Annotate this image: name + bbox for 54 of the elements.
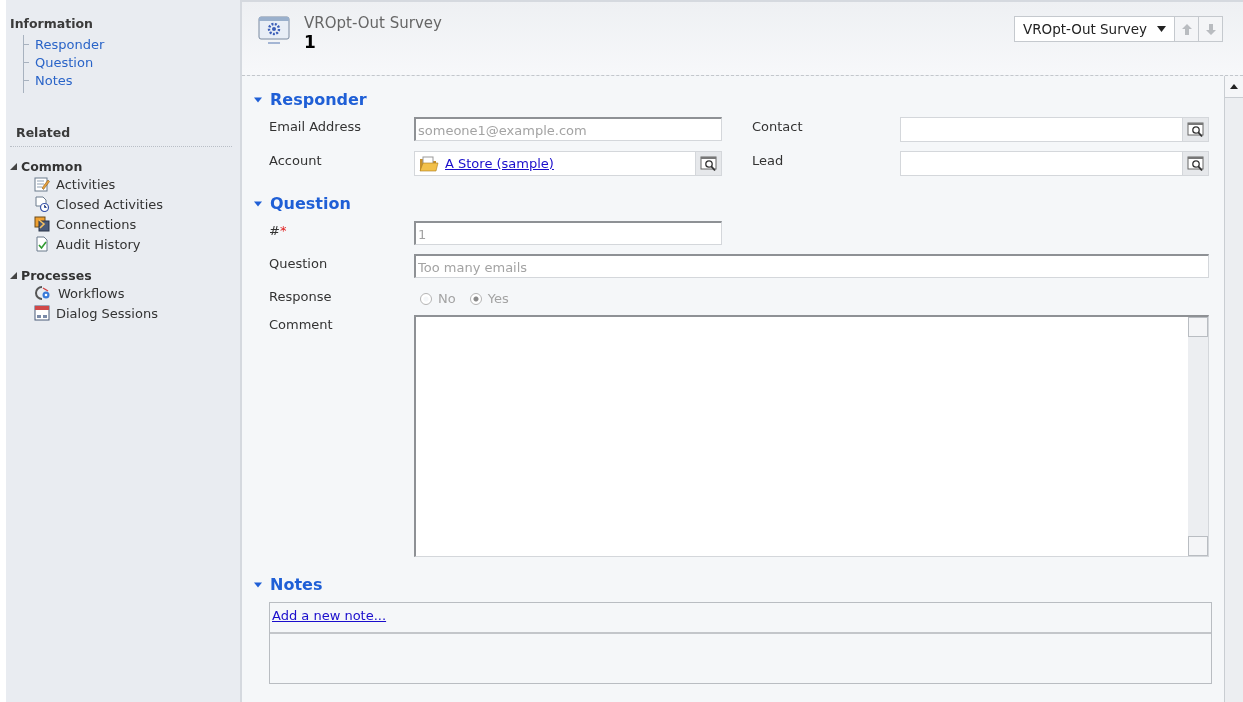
entity-name: VROpt-Out Survey xyxy=(304,14,443,32)
section-heading[interactable]: Notes xyxy=(254,575,323,594)
required-mark: * xyxy=(279,223,287,238)
expand-triangle-icon[interactable] xyxy=(254,95,262,104)
expand-triangle-icon[interactable] xyxy=(254,580,262,589)
lookup-search-icon xyxy=(699,155,718,172)
related-nav-item[interactable]: Workflows xyxy=(10,283,125,303)
notepad-pencil-icon xyxy=(34,176,50,192)
lookup-button[interactable] xyxy=(695,152,721,175)
document-clock-icon xyxy=(34,196,50,212)
expand-triangle-icon[interactable] xyxy=(10,163,17,170)
related-nav-item[interactable]: Closed Activities xyxy=(10,194,164,214)
field-label: Email Address xyxy=(269,118,362,136)
expand-triangle-icon[interactable] xyxy=(10,272,17,279)
group-heading: Processes xyxy=(21,268,92,283)
lookup-search-icon xyxy=(1186,155,1205,172)
field-label: #* xyxy=(269,222,288,240)
record-title: 1 xyxy=(304,32,317,52)
lookup-search-icon xyxy=(1186,121,1205,138)
related-nav-item[interactable]: Dialog Sessions xyxy=(10,303,158,323)
add-note-link[interactable]: Add a new note... xyxy=(272,608,387,623)
lookup-field[interactable] xyxy=(900,117,1209,142)
section-link[interactable]: Question xyxy=(23,55,94,70)
group-heading: Common xyxy=(21,159,83,174)
field-label: Lead xyxy=(752,152,785,170)
section-heading[interactable]: Question xyxy=(254,194,351,213)
document-check-icon xyxy=(34,236,50,252)
dialog-window-icon xyxy=(34,305,50,321)
up-triangle-icon xyxy=(1230,84,1238,89)
account-link[interactable]: A Store (sample) xyxy=(445,156,554,171)
section-link[interactable]: Responder xyxy=(23,37,105,52)
lookup-button[interactable] xyxy=(1182,152,1208,175)
field-label: Comment xyxy=(269,316,334,334)
related-nav-item[interactable]: Audit History xyxy=(10,234,141,254)
scroll-up-button[interactable] xyxy=(1225,76,1243,98)
field-label: Account xyxy=(269,152,323,170)
lookup-field[interactable]: A Store (sample) xyxy=(414,151,722,176)
section-heading[interactable]: Responder xyxy=(254,90,367,109)
scrollbar[interactable] xyxy=(1224,76,1243,702)
lookup-field[interactable] xyxy=(900,151,1209,176)
lookup-button[interactable] xyxy=(1182,118,1208,141)
section-link[interactable]: Notes xyxy=(23,73,73,88)
field-label: Response xyxy=(269,288,333,306)
linked-cards-icon xyxy=(34,216,50,232)
related-nav-item[interactable]: Activities xyxy=(10,174,116,194)
folder-icon xyxy=(419,155,439,172)
sidebar-heading: Information xyxy=(10,16,94,31)
gear-arrow-icon xyxy=(34,285,52,301)
sidebar-heading: Related xyxy=(15,125,72,140)
related-nav-item[interactable]: Connections xyxy=(10,214,137,234)
expand-triangle-icon[interactable] xyxy=(254,199,262,208)
field-label: Contact xyxy=(752,118,804,136)
entity-window-gear-icon xyxy=(256,14,292,46)
field-label: Question xyxy=(269,255,329,273)
